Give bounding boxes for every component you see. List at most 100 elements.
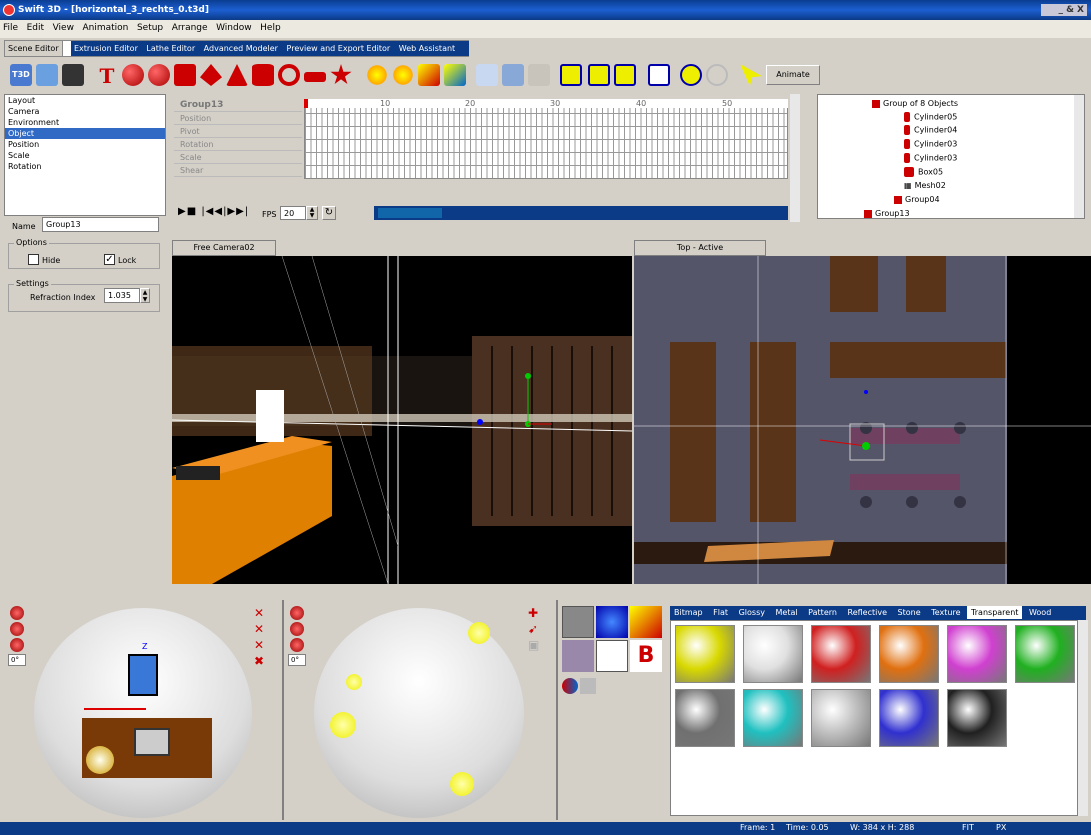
material-swatch[interactable] (743, 625, 803, 683)
track-shear[interactable]: Shear (174, 164, 302, 177)
import-icon[interactable] (36, 64, 58, 86)
mat-tab-texture[interactable]: Texture (927, 606, 964, 619)
lighting-gallery-icon[interactable] (630, 606, 662, 638)
light-rotate-y-icon[interactable] (290, 622, 304, 636)
apply-material-icon[interactable] (562, 678, 578, 694)
viewport-tab-camera[interactable]: Free Camera02 (172, 240, 276, 256)
camera-target-icon[interactable] (502, 64, 524, 86)
mat-tab-wood[interactable]: Wood (1025, 606, 1055, 619)
material-swatch[interactable] (675, 689, 735, 747)
mat-tab-glossy[interactable]: Glossy (735, 606, 769, 619)
track-scale[interactable]: Scale (174, 151, 302, 164)
bevel-gallery-icon[interactable]: B (630, 640, 662, 672)
add-light-icon[interactable]: ✚ (528, 606, 548, 622)
t3d-icon[interactable]: T3D (10, 64, 32, 86)
tab-scene-editor[interactable]: Scene Editor (5, 41, 63, 56)
sphere-icon[interactable] (122, 64, 144, 86)
material-swatch[interactable] (947, 625, 1007, 683)
material-grid-icon[interactable] (580, 678, 596, 694)
menu-setup[interactable]: Setup (134, 20, 166, 36)
lock-y-icon[interactable]: ✕ (254, 622, 274, 638)
reset-rotation-icon[interactable]: ✖ (254, 654, 274, 670)
track-pivot[interactable]: Pivot (174, 125, 302, 138)
pyramid-icon[interactable] (200, 64, 222, 86)
fps-spinner[interactable]: ▲ ▼ (306, 206, 318, 220)
text-tool-icon[interactable]: T (96, 64, 118, 88)
lock-checkbox[interactable]: ✓ (104, 254, 115, 265)
viewport-top[interactable] (634, 256, 1091, 584)
status-px[interactable]: PX (996, 823, 1006, 832)
zoom-icon[interactable] (648, 64, 670, 86)
undo-icon[interactable] (680, 64, 702, 86)
light-disabled-icon[interactable]: ▣ (528, 638, 548, 654)
lock-z-icon[interactable]: ✕ (254, 638, 274, 654)
light-icon[interactable] (366, 64, 388, 86)
prop-item-object[interactable]: Object (5, 128, 165, 139)
plane-icon[interactable] (304, 72, 326, 82)
light-move-icon[interactable]: ➹ (528, 622, 548, 638)
rotate-x-icon[interactable] (10, 606, 24, 620)
viewport-free-camera[interactable] (172, 256, 632, 584)
prop-item-environment[interactable]: Environment (5, 117, 165, 128)
menu-help[interactable]: Help (257, 20, 284, 36)
prop-item-rotation[interactable]: Rotation (5, 161, 165, 172)
torus-icon[interactable] (278, 64, 300, 86)
save-icon[interactable] (62, 64, 84, 86)
mat-tab-metal[interactable]: Metal (772, 606, 802, 619)
name-field[interactable]: Group13 (42, 217, 159, 232)
tree-group-of-8[interactable]: Group of 8 Objects (872, 99, 958, 108)
material-swatch[interactable] (811, 625, 871, 683)
rotate-z-icon[interactable] (10, 638, 24, 652)
environment-gallery-icon[interactable] (562, 640, 594, 672)
rotate-y-icon[interactable] (10, 622, 24, 636)
timeline-vscroll[interactable] (790, 94, 800, 222)
rotation-angle-b[interactable]: 0° (288, 654, 306, 666)
tree-item[interactable]: Group04 (894, 195, 940, 204)
select-arrow-icon[interactable] (740, 64, 762, 86)
material-swatch[interactable] (1015, 625, 1075, 683)
window-controls[interactable]: _ & X (1041, 4, 1087, 16)
menu-arrange[interactable]: Arrange (169, 20, 211, 36)
prop-item-camera[interactable]: Camera (5, 106, 165, 117)
animate-button[interactable]: Animate (766, 65, 820, 85)
group-icon[interactable] (560, 64, 582, 86)
mat-tab-flat[interactable]: Flat (709, 606, 732, 619)
cone-icon[interactable] (226, 64, 248, 86)
disabled-tool-icon[interactable] (528, 64, 550, 86)
material-swatch[interactable] (879, 625, 939, 683)
menu-window[interactable]: Window (213, 20, 255, 36)
sphere-alt-icon[interactable] (148, 64, 170, 86)
mat-tab-pattern[interactable]: Pattern (804, 606, 841, 619)
menu-file[interactable]: File (0, 20, 21, 36)
status-fit[interactable]: FIT (962, 823, 974, 832)
track-rotation[interactable]: Rotation (174, 138, 302, 151)
material-swatch[interactable] (743, 689, 803, 747)
spot-light-icon[interactable] (392, 64, 414, 86)
tree-item[interactable]: Cylinder03 (904, 139, 957, 149)
material-swatch[interactable] (675, 625, 735, 683)
tree-group13[interactable]: Group13 (864, 209, 910, 218)
refraction-spinner[interactable]: ▲ ▼ (140, 288, 150, 303)
light-target-icon[interactable] (418, 64, 440, 86)
animation-gallery-icon[interactable] (596, 606, 628, 638)
tree-item[interactable]: Cylinder03 (904, 153, 957, 163)
gear-gallery-icon[interactable] (596, 640, 628, 672)
prop-item-scale[interactable]: Scale (5, 150, 165, 161)
align-up-icon[interactable] (614, 64, 636, 86)
cylinder-icon[interactable] (252, 64, 274, 86)
hide-checkbox[interactable] (28, 254, 39, 265)
tree-item[interactable]: Cylinder04 (904, 125, 957, 135)
lock-x-icon[interactable]: ✕ (254, 606, 274, 622)
redo-icon[interactable] (706, 64, 728, 86)
tree-item[interactable]: ▦ Mesh02 (904, 181, 946, 190)
cube-icon[interactable] (174, 64, 196, 86)
playback-controls[interactable]: ▶■ |◀◀|▶▶| (178, 206, 249, 217)
tree-scrollbar[interactable] (1074, 95, 1084, 218)
material-gallery-icon[interactable] (562, 606, 594, 638)
fps-field[interactable]: 20 (280, 206, 306, 220)
tab-extrusion-editor[interactable]: Extrusion Editor (71, 41, 141, 56)
scroll-thumb[interactable] (378, 208, 442, 218)
object-trackball[interactable]: Z (34, 608, 252, 818)
rotation-angle-a[interactable]: 0° (8, 654, 26, 666)
prop-item-layout[interactable]: Layout (5, 95, 165, 106)
